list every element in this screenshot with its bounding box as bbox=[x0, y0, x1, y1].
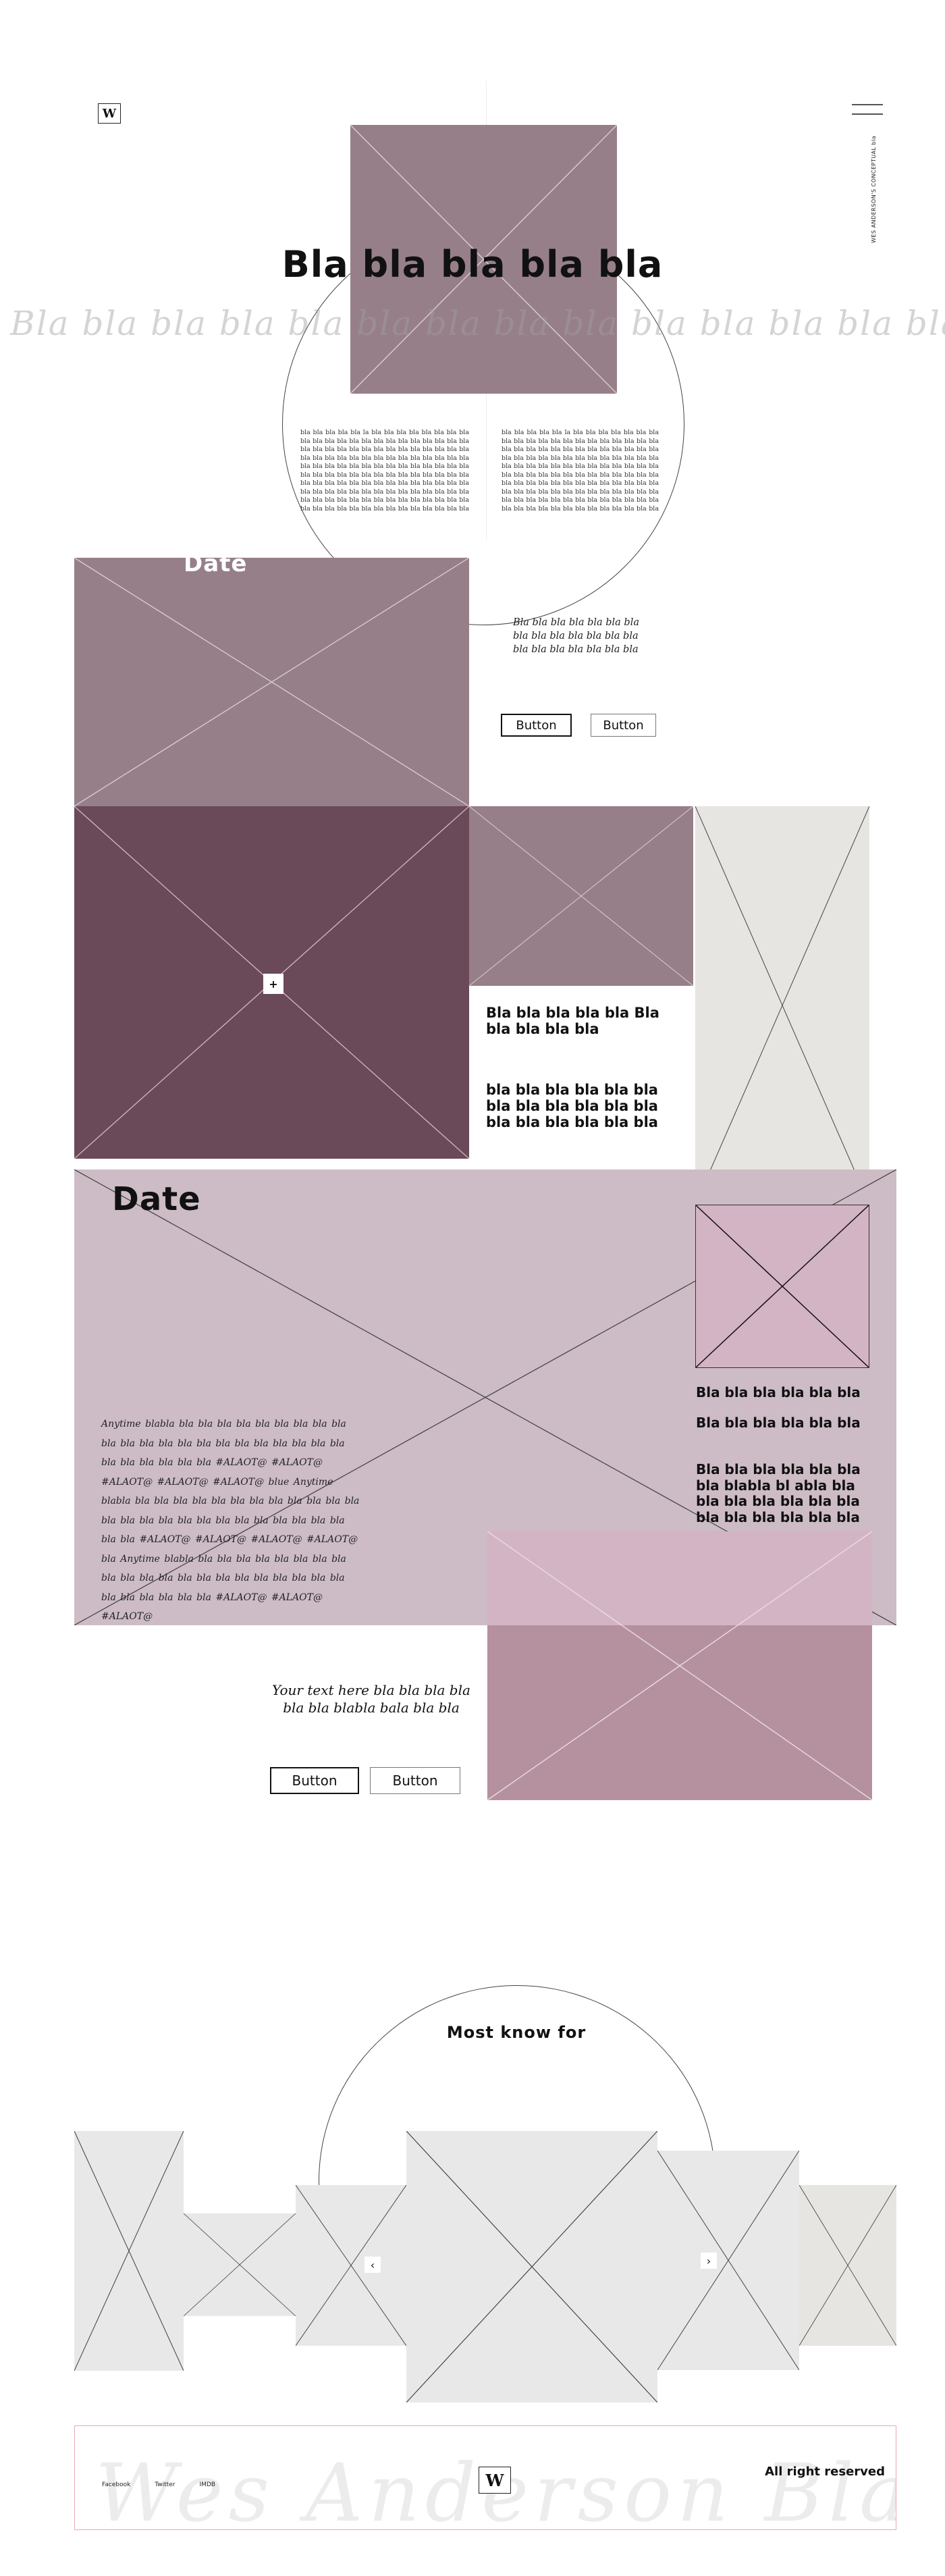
carousel-title: Most know for bbox=[446, 2023, 587, 2042]
feature-text-1: Bla bla bla bla bla Bla bla bla bla bla bbox=[486, 1005, 659, 1037]
script-text-block: Bla bla bla bla bla bla bla bla bla bla … bbox=[513, 617, 639, 655]
carousel-card-6[interactable] bbox=[799, 2185, 896, 2346]
section2-secondary-button[interactable]: Button bbox=[370, 1767, 460, 1794]
footer-link-imdb[interactable]: IMDB bbox=[199, 2481, 215, 2488]
hamburger-icon[interactable] bbox=[852, 103, 883, 117]
section2-text-3: Bla bla bla bla bla bla bla blabla bl ab… bbox=[696, 1461, 861, 1525]
feature-text-2: bla bla bla bla bla bla bla bla bla bla … bbox=[486, 1082, 658, 1130]
section2-script-paragraph: Anytime blabla bla bla bla bla bla bla b… bbox=[101, 1419, 360, 1622]
overlay-image-placeholder bbox=[487, 1531, 872, 1800]
carousel-card-2[interactable] bbox=[184, 2213, 296, 2316]
carousel-card-5[interactable] bbox=[657, 2151, 799, 2370]
logo[interactable]: W bbox=[98, 103, 121, 124]
carousel-card-1[interactable] bbox=[74, 2131, 184, 2371]
primary-button[interactable]: Button bbox=[501, 714, 572, 737]
section2-text-1: Bla bla bla bla bla bla bbox=[696, 1384, 861, 1400]
section2-caption: Your text here bla bla bla bla bla bla b… bbox=[272, 1682, 470, 1716]
chevron-right-icon[interactable]: › bbox=[701, 2253, 717, 2269]
date-label: Date bbox=[184, 550, 248, 577]
footer-rights: All right reserved bbox=[765, 2465, 885, 2479]
hero-paragraph-left: bla bla bla bla bla la bla bla bla bla b… bbox=[300, 429, 469, 512]
chevron-left-icon[interactable]: ‹ bbox=[364, 2257, 381, 2273]
footer-logo[interactable]: W bbox=[479, 2467, 511, 2494]
footer-link-twitter[interactable]: Twitter bbox=[155, 2481, 175, 2488]
hero-paragraph-right: bla bla bla bla bla la bla bla bla bla b… bbox=[502, 429, 659, 512]
section2-text-2: Bla bla bla bla bla bla bbox=[696, 1415, 861, 1431]
carousel-card-3[interactable] bbox=[296, 2185, 406, 2346]
hero-marquee: Bla bla bla bla bla bla bla bla bla bla … bbox=[10, 304, 945, 343]
hero-title: Bla bla bla bla bla bbox=[281, 243, 664, 286]
accent-image-placeholder bbox=[695, 1205, 869, 1368]
footer-link-facebook[interactable]: Facebook bbox=[102, 2481, 130, 2488]
footer-links: Facebook Twitter IMDB bbox=[102, 2481, 215, 2488]
section2-date-label: Date bbox=[112, 1180, 201, 1218]
footer: Wes Anderson Bla Facebook Twitter IMDB W… bbox=[74, 2425, 896, 2530]
tall-image-placeholder bbox=[695, 806, 869, 1205]
carousel-card-main[interactable] bbox=[406, 2131, 657, 2402]
vertical-caption: WES ANDERSON'S CONCEPTUAL bla bbox=[871, 135, 877, 243]
plus-icon[interactable]: + bbox=[263, 974, 284, 994]
secondary-button[interactable]: Button bbox=[591, 714, 656, 737]
section2-primary-button[interactable]: Button bbox=[270, 1767, 359, 1794]
small-image-placeholder bbox=[469, 806, 693, 986]
date-image-placeholder bbox=[74, 558, 469, 806]
